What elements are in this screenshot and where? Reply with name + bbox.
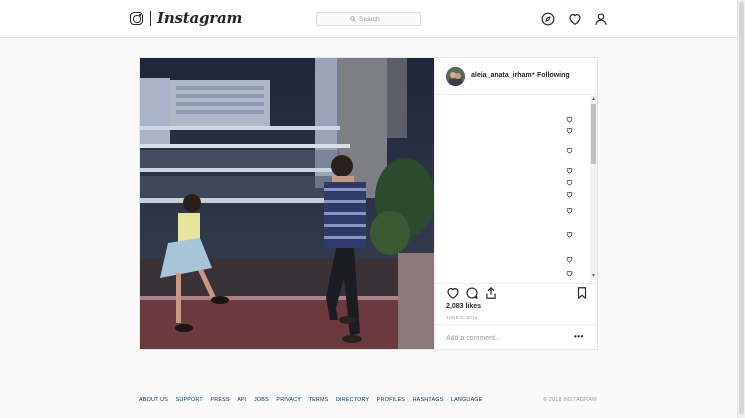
- footer-link-profiles[interactable]: PROFILES: [377, 397, 405, 403]
- post-card: aleia_anata_irham • Following ▲ ▼ 2,083 …: [139, 57, 598, 350]
- search-icon: [350, 16, 356, 22]
- footer-link-about-us[interactable]: ABOUT US: [139, 397, 168, 403]
- add-comment-bar: •••: [435, 324, 598, 349]
- scroll-down-arrow-icon[interactable]: ▼: [591, 274, 596, 279]
- post-date: JUNE 6, 2016: [446, 315, 478, 320]
- copyright: © 2018 INSTAGRAM: [543, 397, 597, 403]
- comment-like-heart-icon[interactable]: [566, 179, 573, 186]
- top-nav: Instagram: [0, 0, 737, 38]
- footer-link-api[interactable]: API: [237, 397, 246, 403]
- likes-count[interactable]: 2,083 likes: [446, 303, 481, 310]
- comment-like-heart-icon[interactable]: [566, 270, 573, 277]
- comment-bubble-icon[interactable]: [465, 286, 479, 300]
- footer-link-hashtags[interactable]: HASHTAGS: [413, 397, 444, 403]
- logo-divider: [150, 11, 151, 26]
- more-options-icon[interactable]: •••: [574, 332, 584, 341]
- like-heart-icon[interactable]: [446, 286, 460, 300]
- footer-link-press[interactable]: PRESS: [210, 397, 229, 403]
- comments-scrollbar-thumb[interactable]: [591, 104, 596, 164]
- post-actions: 2,083 likes JUNE 6, 2016: [435, 283, 598, 323]
- comments-scrollbar[interactable]: ▲ ▼: [590, 96, 597, 280]
- footer-links: ABOUT US SUPPORT PRESS API JOBS PRIVACY TERMS D…: [139, 397, 483, 403]
- post-header: aleia_anata_irham • Following: [435, 58, 598, 95]
- post-username[interactable]: aleia_anata_irham: [471, 72, 532, 79]
- save-bookmark-icon[interactable]: [575, 286, 589, 300]
- comment-like-heart-icon[interactable]: [566, 191, 573, 198]
- comment-like-heart-icon[interactable]: [566, 256, 573, 263]
- footer-link-support[interactable]: SUPPORT: [176, 397, 203, 403]
- comment-like-heart-icon[interactable]: [566, 207, 573, 214]
- footer-link-terms[interactable]: TERMS: [309, 397, 329, 403]
- post-photo[interactable]: [140, 58, 434, 349]
- search-input[interactable]: [359, 15, 387, 23]
- header-separator: •: [532, 71, 535, 78]
- comments-list[interactable]: ▲ ▼: [435, 96, 598, 283]
- following-button[interactable]: Following: [537, 72, 570, 79]
- comment-like-heart-icon[interactable]: [566, 116, 573, 123]
- footer-link-jobs[interactable]: JOBS: [254, 397, 269, 403]
- search-box[interactable]: [316, 12, 421, 26]
- scroll-up-arrow-icon[interactable]: ▲: [591, 97, 596, 102]
- footer-link-directory[interactable]: DIRECTORY: [336, 397, 369, 403]
- instagram-wordmark[interactable]: Instagram: [157, 9, 242, 27]
- explore-compass-icon[interactable]: [541, 12, 555, 26]
- add-comment-input[interactable]: [446, 333, 556, 343]
- comment-like-heart-icon[interactable]: [566, 127, 573, 134]
- comment-like-heart-icon[interactable]: [566, 231, 573, 238]
- avatar[interactable]: [446, 67, 465, 86]
- profile-user-icon[interactable]: [594, 12, 608, 26]
- footer-link-privacy[interactable]: PRIVACY: [276, 397, 301, 403]
- comment-like-heart-icon[interactable]: [566, 167, 573, 174]
- activity-heart-icon[interactable]: [568, 12, 582, 26]
- post-sidebar: aleia_anata_irham • Following ▲ ▼ 2,083 …: [434, 58, 598, 349]
- page-scrollbar-thumb[interactable]: [739, 2, 744, 414]
- share-upload-icon[interactable]: [484, 286, 498, 300]
- instagram-camera-icon[interactable]: [130, 12, 143, 25]
- page-scrollbar[interactable]: [737, 0, 745, 418]
- footer-link-language[interactable]: LANGUAGE: [451, 397, 483, 403]
- comment-like-heart-icon[interactable]: [566, 147, 573, 154]
